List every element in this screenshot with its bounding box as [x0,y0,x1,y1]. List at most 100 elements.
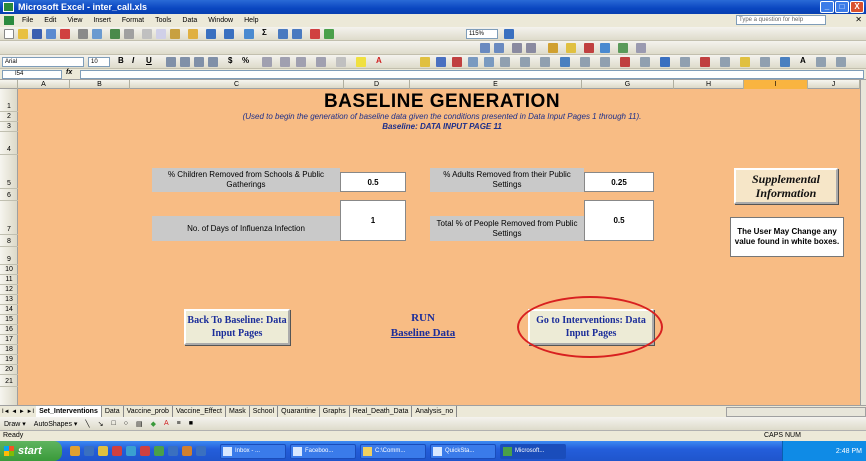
format-icon-12[interactable] [620,57,630,67]
format-icon-10[interactable] [580,57,590,67]
maximize-button[interactable]: □ [835,1,849,13]
tab-vaccine-effect[interactable]: Vaccine_Effect [173,406,226,417]
row-header-4[interactable]: 4 [0,132,18,155]
run-baseline-button[interactable]: RUN Baseline Data [378,311,468,347]
row-header-10[interactable]: 10 [0,265,18,275]
total-removed-value[interactable]: 0.5 [584,200,654,241]
column-header-h[interactable]: H [674,80,744,89]
indent-icon[interactable] [316,57,326,67]
menu-window[interactable]: Window [208,17,233,24]
quick-launch-icon-2[interactable] [84,446,94,456]
tab-real-death-data[interactable]: Real_Death_Data [350,406,413,417]
save-icon[interactable] [32,29,42,39]
review-icon-9[interactable] [618,43,628,53]
children-removed-input[interactable]: 0.5 [340,172,406,192]
format-icon-11[interactable] [600,57,610,67]
row-header-16[interactable]: 16 [0,325,18,335]
font-icon-a[interactable]: A [800,56,806,65]
align-right-icon[interactable] [194,57,204,67]
format-icon-21[interactable] [816,57,826,67]
format-icon-3[interactable] [452,57,462,67]
review-icon-4[interactable] [526,43,536,53]
clock[interactable]: 2:48 PM [836,448,862,455]
menu-tools[interactable]: Tools [155,17,171,24]
taskbar-item-inbox[interactable]: Inbox - ... [220,443,286,459]
review-icon-10[interactable] [636,43,646,53]
menu-data[interactable]: Data [182,17,197,24]
fill-color-icon[interactable] [356,57,366,67]
row-header-21[interactable]: 21 [0,375,18,387]
increase-decimal-icon[interactable] [280,57,290,67]
undo-icon[interactable] [206,29,216,39]
percent-button[interactable]: % [242,56,249,65]
bold-button[interactable]: B [118,56,124,65]
row-header-17[interactable]: 17 [0,335,18,345]
autoshapes-menu-button[interactable]: AutoShapes ▾ [34,420,78,428]
quick-launch-icon-10[interactable] [196,446,206,456]
textbox-icon[interactable]: ▤ [136,420,143,428]
format-icon-5[interactable] [484,57,494,67]
quick-launch-icon-8[interactable] [168,446,178,456]
column-header-b[interactable]: B [70,80,130,89]
tab-mask[interactable]: Mask [226,406,250,417]
format-icon-13[interactable] [640,57,650,67]
menu-view[interactable]: View [67,17,82,24]
new-icon[interactable] [4,29,14,39]
sort-descending-icon[interactable] [292,29,302,39]
open-icon[interactable] [18,29,28,39]
row-header-13[interactable]: 13 [0,295,18,305]
format-icon-17[interactable] [720,57,730,67]
horizontal-scrollbar[interactable] [726,407,866,417]
format-icon-20[interactable] [780,57,790,67]
format-icon-6[interactable] [500,57,510,67]
review-icon-8[interactable] [600,43,610,53]
redo-icon[interactable] [224,29,234,39]
help-search-input[interactable]: Type a question for help [736,15,826,25]
column-header-j[interactable]: J [808,80,860,89]
review-icon-2[interactable] [494,43,504,53]
tab-data[interactable]: Data [102,406,124,417]
tab-quarantine[interactable]: Quarantine [278,406,320,417]
name-box[interactable]: I54 [2,70,62,79]
zoom-select[interactable]: 115% [466,29,498,39]
quick-launch-icon-6[interactable] [140,446,150,456]
font-size-select[interactable]: 10 [88,57,110,67]
borders-icon[interactable] [336,57,346,67]
row-header-8[interactable]: 8 [0,235,18,247]
close-button[interactable]: X [850,1,864,13]
hyperlink-icon[interactable] [244,29,254,39]
email-icon[interactable] [60,29,70,39]
format-icon-16[interactable] [700,57,710,67]
format-icon-9[interactable] [560,57,570,67]
paste-icon[interactable] [170,29,180,39]
align-left-icon[interactable] [166,57,176,67]
comma-style-icon[interactable] [262,57,272,67]
format-icon-19[interactable] [760,57,770,67]
format-icon-2[interactable] [436,57,446,67]
oval-icon[interactable]: ○ [124,420,128,427]
quick-launch-icon-4[interactable] [112,446,122,456]
decrease-decimal-icon[interactable] [296,57,306,67]
font-select[interactable]: Arial [2,57,84,67]
row-header-9[interactable]: 9 [0,247,18,265]
row-header-3[interactable]: 3 [0,122,18,132]
row-header-7[interactable]: 7 [0,201,18,235]
format-icon-15[interactable] [680,57,690,67]
tab-analysis-no[interactable]: Analysis_no [412,406,458,417]
quick-launch-icon-1[interactable] [70,446,80,456]
influenza-days-input[interactable]: 1 [340,200,406,241]
menu-format[interactable]: Format [122,17,144,24]
autosum-icon[interactable]: Σ [262,28,267,37]
taskbar-item-facebook[interactable]: Faceboo... [290,443,356,459]
font-color-draw-icon[interactable]: A [164,420,169,427]
taskbar-item-quickstart[interactable]: QuickSta... [430,443,496,459]
minimize-button[interactable]: _ [820,1,834,13]
tab-graphs[interactable]: Graphs [320,406,350,417]
cut-icon[interactable] [142,29,152,39]
format-icon-14[interactable] [660,57,670,67]
start-button[interactable]: start [0,441,62,461]
help-icon[interactable] [504,29,514,39]
quick-launch-icon-9[interactable] [182,446,192,456]
line-icon[interactable]: ╲ [85,420,89,428]
taskbar-item-folder[interactable]: C:\Comm... [360,443,426,459]
